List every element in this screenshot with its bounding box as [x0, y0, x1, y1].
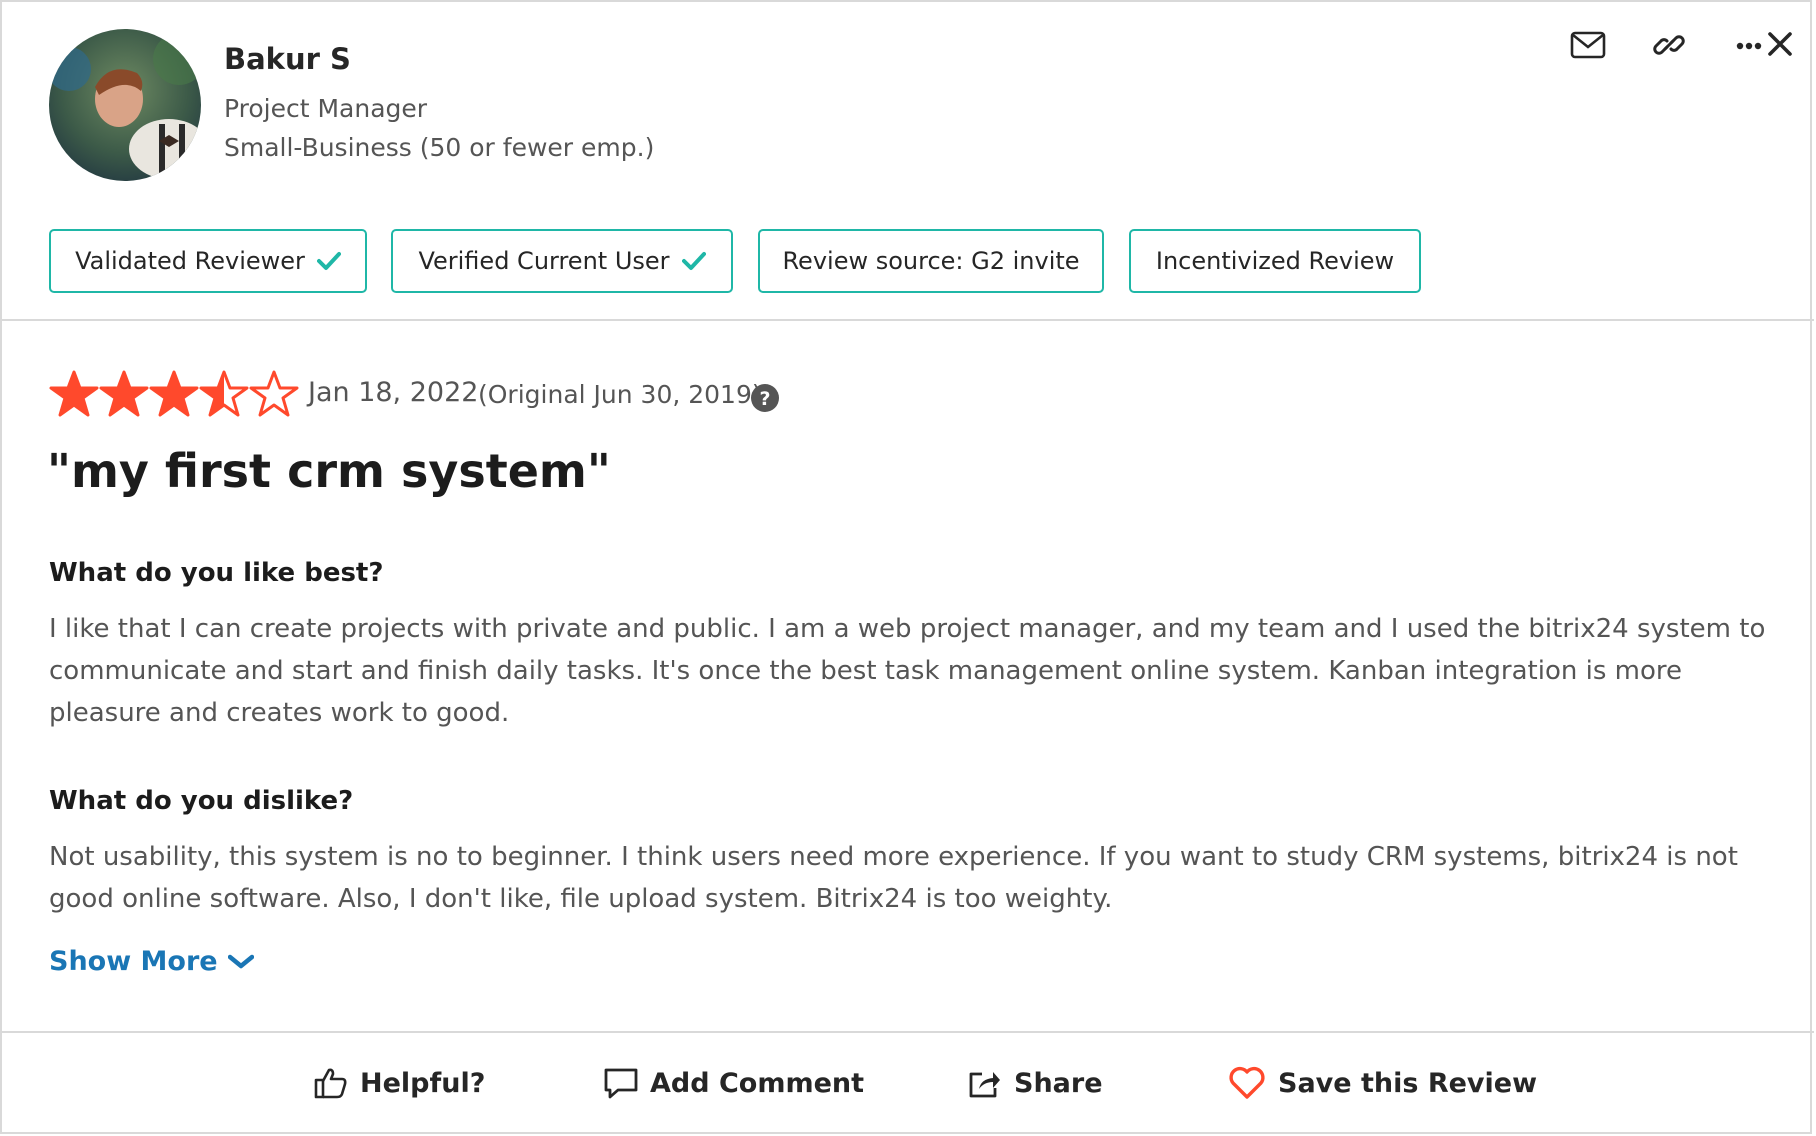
- share-button[interactable]: Share: [968, 1033, 1103, 1133]
- helpful-label: Helpful?: [360, 1067, 486, 1099]
- answer-like: I like that I can create projects with p…: [49, 614, 1766, 728]
- share-icon: [968, 1068, 1002, 1098]
- close-icon[interactable]: [1766, 30, 1794, 62]
- star-icon: [49, 370, 99, 417]
- review-footer: Helpful? Add Comment Share Save this Rev…: [2, 1033, 1814, 1133]
- badge-validated-reviewer: Validated Reviewer: [49, 229, 367, 293]
- star-icon: [149, 370, 199, 417]
- badge-label: Incentivized Review: [1155, 247, 1395, 275]
- review-date: Jan 18, 2022: [308, 377, 479, 408]
- star-rating: [49, 370, 299, 418]
- svg-text:?: ?: [759, 388, 770, 410]
- chevron-down-icon: [227, 954, 254, 970]
- save-review-label: Save this Review: [1278, 1067, 1538, 1099]
- divider: [2, 319, 1814, 321]
- star-icon: [199, 370, 249, 417]
- heart-icon: [1228, 1066, 1266, 1100]
- badge-label: Review source: G2 invite: [782, 247, 1080, 275]
- mail-icon[interactable]: [1570, 30, 1606, 64]
- question-heading-like: What do you like best?: [49, 558, 384, 588]
- badge-verified-current-user: Verified Current User: [391, 229, 733, 293]
- check-icon: [681, 251, 706, 271]
- show-more-button[interactable]: Show More: [49, 946, 254, 977]
- star-icon: [99, 370, 149, 417]
- question-heading-dislike: What do you dislike?: [49, 786, 354, 816]
- review-original-date: (Original Jun 30, 2019): [478, 380, 762, 409]
- add-comment-button[interactable]: Add Comment: [604, 1033, 864, 1133]
- reviewer-company-size: Small-Business (50 or fewer emp.): [224, 133, 655, 162]
- badge-review-source: Review source: G2 invite: [758, 229, 1104, 293]
- add-comment-label: Add Comment: [650, 1067, 865, 1099]
- badge-label: Verified Current User: [418, 247, 670, 275]
- reviewer-role: Project Manager: [224, 94, 428, 123]
- reviewer-name[interactable]: Bakur S: [224, 42, 351, 76]
- badge-incentivized-review: Incentivized Review: [1129, 229, 1421, 293]
- comment-icon: [604, 1067, 638, 1099]
- reviewer-avatar: [49, 29, 201, 181]
- share-label: Share: [1014, 1067, 1103, 1099]
- helpful-button[interactable]: Helpful?: [314, 1033, 485, 1133]
- link-icon[interactable]: [1652, 28, 1686, 66]
- review-title: "my first crm system": [47, 444, 611, 498]
- check-icon: [316, 251, 341, 271]
- thumbs-up-icon: [314, 1067, 348, 1099]
- badge-label: Validated Reviewer: [75, 247, 305, 275]
- review-card: Bakur S Project Manager Small-Business (…: [0, 0, 1814, 1134]
- show-more-label: Show More: [49, 946, 218, 977]
- answer-dislike: Not usability, this system is no to begi…: [49, 842, 1738, 914]
- star-icon: [249, 370, 299, 417]
- more-icon[interactable]: [1736, 38, 1762, 57]
- question-icon[interactable]: ?: [750, 383, 780, 417]
- save-review-button[interactable]: Save this Review: [1228, 1033, 1537, 1133]
